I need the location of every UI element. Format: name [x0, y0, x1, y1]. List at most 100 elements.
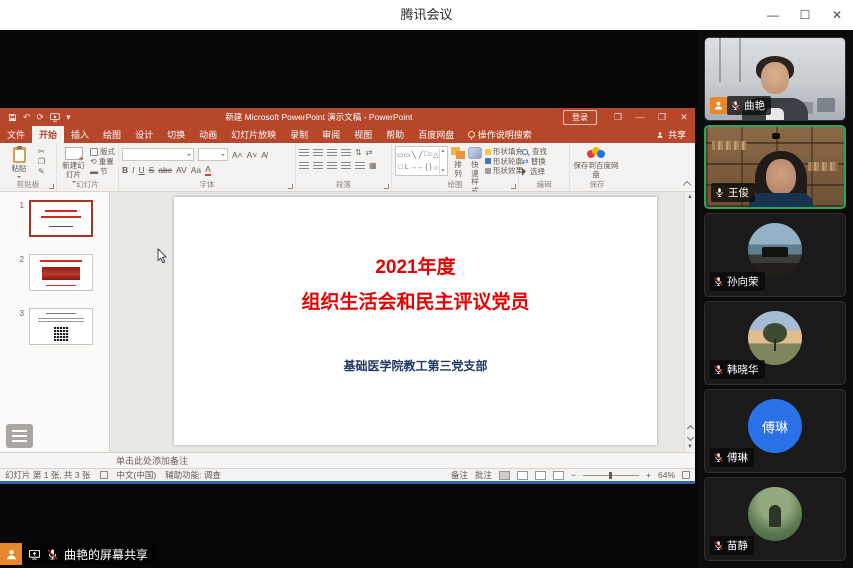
collapse-ribbon-icon[interactable] [683, 181, 691, 189]
save-icon[interactable] [8, 113, 17, 122]
ppt-close-icon[interactable]: ✕ [673, 112, 695, 123]
slide-sorter-view-icon[interactable] [517, 471, 528, 480]
character-spacing-button[interactable]: AV [176, 165, 187, 175]
thumbnail-view-toggle-button[interactable] [6, 424, 33, 448]
ribbon-display-options-icon[interactable]: ❐ [607, 112, 629, 123]
minimize-icon[interactable]: — [757, 0, 789, 30]
fit-to-window-icon[interactable] [682, 471, 690, 479]
slide-subtitle[interactable]: 基础医学院教工第三党支部 [174, 357, 657, 374]
tab-baidu-netdisk[interactable]: 百度网盘 [411, 126, 461, 143]
participant-tile-wangjun[interactable]: 王俊 [704, 125, 846, 209]
shape-fill-button[interactable]: 形状填充 [485, 148, 523, 156]
slide[interactable]: 2021年度 组织生活会和民主评议党员 基础医学院教工第三党支部 [174, 197, 657, 445]
normal-view-icon[interactable] [499, 471, 510, 480]
arrange-button[interactable]: 排列 [451, 146, 465, 178]
spell-check-icon[interactable] [100, 471, 108, 479]
thumbnail-preview[interactable] [29, 200, 93, 237]
tab-home[interactable]: 开始 [32, 126, 64, 143]
underline-button[interactable]: U [139, 165, 145, 175]
tab-transitions[interactable]: 切换 [160, 126, 192, 143]
scroll-up-icon[interactable]: ▲ [687, 192, 693, 202]
share-button[interactable]: 共享 [656, 126, 695, 143]
slide-title-line2[interactable]: 组织生活会和民主评议党员 [174, 287, 657, 314]
dialog-launcher-icon[interactable] [49, 184, 54, 189]
columns-icon[interactable] [355, 162, 365, 170]
select-button[interactable]: 选择 [522, 168, 547, 176]
line-spacing-icon[interactable]: ⇅ [355, 149, 362, 157]
tab-insert[interactable]: 插入 [64, 126, 96, 143]
participant-tile-miaojing[interactable]: 苗静 [704, 477, 846, 561]
thumbnail-preview[interactable] [29, 308, 93, 345]
slide-canvas[interactable]: 2021年度 组织生活会和民主评议党员 基础医学院教工第三党支部 ▲ ▼ [110, 192, 695, 452]
slide-thumbnail-2[interactable]: 2 [0, 254, 109, 291]
dialog-launcher-icon[interactable] [384, 184, 389, 189]
login-button[interactable]: 登录 [563, 110, 597, 125]
shape-outline-button[interactable]: 形状轮廓 [485, 158, 523, 166]
layout-button[interactable]: 版式 [90, 148, 115, 156]
align-left-icon[interactable] [299, 162, 309, 170]
next-slide-icon[interactable] [686, 434, 693, 441]
shape-gallery[interactable]: ▭▭╲╱□○△ □L→←{}☆ ▲▼ [395, 146, 448, 176]
justify-icon[interactable] [341, 162, 351, 170]
reset-button[interactable]: ⟲重置 [90, 158, 115, 166]
ppt-restore-icon[interactable]: ❐ [651, 112, 673, 123]
participant-tile-hanxiaohua[interactable]: 韩晓华 [704, 301, 846, 385]
comments-toggle[interactable]: 批注 [475, 469, 492, 481]
notes-toggle[interactable]: 备注 [451, 469, 468, 481]
participant-tile-sunxiangrong[interactable]: 孙向荣 [704, 213, 846, 297]
ppt-minimize-icon[interactable]: — [629, 112, 651, 122]
shape-effects-button[interactable]: 形状效果 [485, 167, 523, 175]
zoom-level[interactable]: 64% [658, 470, 675, 480]
tab-review[interactable]: 审阅 [315, 126, 347, 143]
tab-design[interactable]: 设计 [128, 126, 160, 143]
slide-thumbnail-3[interactable]: 3 [0, 308, 109, 345]
copy-icon[interactable]: ❐ [38, 158, 45, 166]
slideshow-view-icon[interactable] [553, 471, 564, 480]
clear-format-icon[interactable]: A̸ [261, 150, 267, 160]
tab-tell-me[interactable]: 操作说明搜索 [461, 126, 539, 143]
font-color-button[interactable]: A [205, 164, 211, 176]
tab-animations[interactable]: 动画 [192, 126, 224, 143]
zoom-out-icon[interactable]: − [571, 470, 576, 480]
tab-view[interactable]: 视图 [347, 126, 379, 143]
scroll-down-icon[interactable]: ▼ [687, 442, 693, 452]
find-button[interactable]: 查找 [522, 148, 547, 156]
strikethrough-button[interactable]: S [149, 165, 155, 175]
zoom-in-icon[interactable]: + [646, 470, 651, 480]
qat-customize-icon[interactable]: ▾ [66, 112, 71, 123]
tab-draw[interactable]: 绘图 [96, 126, 128, 143]
font-size-combobox[interactable] [198, 148, 228, 161]
cut-icon[interactable]: ✂ [38, 148, 45, 156]
maximize-icon[interactable]: ☐ [789, 0, 821, 30]
italic-button[interactable]: I [132, 165, 134, 175]
bullets-icon[interactable] [299, 149, 309, 157]
undo-icon[interactable]: ↶ [23, 112, 31, 123]
previous-slide-icon[interactable] [686, 425, 693, 432]
decrease-indent-icon[interactable] [327, 149, 337, 157]
dialog-launcher-icon[interactable] [288, 184, 293, 189]
reading-view-icon[interactable] [535, 471, 546, 480]
align-center-icon[interactable] [313, 162, 323, 170]
tab-help[interactable]: 帮助 [379, 126, 411, 143]
tab-slideshow[interactable]: 幻灯片放映 [224, 126, 283, 143]
notes-pane[interactable]: 单击此处添加备注 [0, 452, 695, 468]
grow-font-icon[interactable]: A˄ [232, 150, 243, 160]
text-direction-icon[interactable]: ⇄ [366, 149, 373, 157]
shrink-font-icon[interactable]: A˅ [247, 150, 258, 160]
accessibility-status[interactable]: 辅助功能: 调查 [165, 469, 221, 481]
slideshow-icon[interactable] [50, 113, 60, 122]
gallery-scroll[interactable]: ▲▼ [439, 148, 446, 174]
save-to-baidu-button[interactable]: 保存到百度网盘 [573, 146, 619, 179]
smartart-icon[interactable]: ▦ [369, 162, 377, 170]
participant-tile-quyan[interactable]: 曲艳 [704, 37, 846, 121]
language-status[interactable]: 中文(中国) [117, 469, 157, 481]
section-button[interactable]: ▬节 [90, 168, 115, 176]
align-right-icon[interactable] [327, 162, 337, 170]
tab-file[interactable]: 文件 [0, 126, 32, 143]
tab-record[interactable]: 录制 [283, 126, 315, 143]
bold-button[interactable]: B [122, 165, 128, 175]
numbering-icon[interactable] [313, 149, 323, 157]
change-case-button[interactable]: Aa [191, 165, 201, 175]
slide-title-line1[interactable]: 2021年度 [174, 252, 657, 279]
format-painter-icon[interactable]: ✎ [38, 168, 45, 176]
